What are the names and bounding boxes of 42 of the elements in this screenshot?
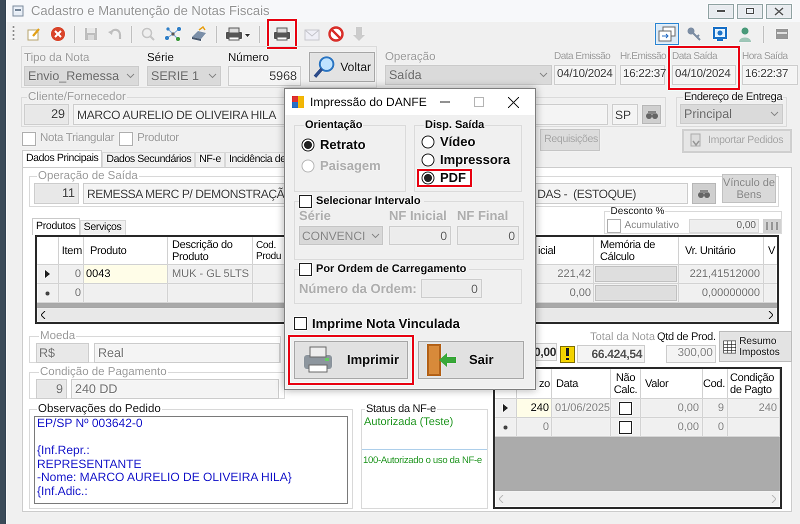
radio-label: Paisagem	[320, 158, 381, 173]
window-title: Cadastro e Manutenção de Notas Fiscais	[31, 2, 270, 20]
field-label: Tipo da Nota	[24, 51, 90, 65]
group-label: Status da NF-e	[366, 403, 436, 415]
radio-label: Vídeo	[440, 135, 476, 149]
radio-label: Retrato	[320, 137, 366, 152]
group-label: Operação de Saída	[38, 170, 138, 182]
table-cell: 0	[703, 418, 728, 437]
group-label: Moeda	[40, 330, 76, 342]
field-label: Data Emissão	[554, 50, 612, 64]
group-label: Condição de Pagamento	[40, 366, 167, 378]
group-label: Cliente/Fornecedor	[28, 91, 126, 103]
radio-label: Impressora	[440, 153, 510, 167]
group-label: Observações do Pedido	[38, 403, 161, 415]
table-cell: 0,00	[641, 418, 703, 437]
field-label: Qtd de Prod.	[656, 331, 716, 343]
field-label: Hora Saída	[742, 50, 789, 64]
checkbox-label: Acumulativo	[624, 219, 679, 233]
checkbox-label: Selecionar Intervalo	[316, 194, 421, 209]
group-label: Disp. Saída	[425, 119, 484, 131]
field-label: Operação	[384, 50, 436, 64]
checkbox-label: Imprime Nota Vinculada	[312, 316, 460, 331]
field-label: Data Saída	[672, 50, 718, 64]
group-label: Desconto %	[610, 206, 664, 217]
group-label: Endereço de Entrega	[684, 91, 782, 103]
field-label: Total da Nota	[590, 331, 655, 343]
field-label: Série	[147, 51, 175, 65]
checkbox-label: Produtor	[137, 131, 179, 146]
total-field: 66.424,54	[577, 345, 646, 363]
field-label: Número	[228, 51, 270, 65]
status-message: 100-Autorizado o uso da NF-e	[362, 455, 483, 467]
checkbox-label: Por Ordem de Carregamento	[316, 262, 466, 277]
field-label: Número da Ordem:	[299, 281, 417, 296]
status-text: Autorizada (Teste)	[363, 416, 454, 429]
radio-label: PDF	[440, 171, 466, 185]
field-label: Hr.Emissão	[620, 50, 665, 64]
group-label: Orientação	[305, 119, 362, 131]
field-label: Série	[299, 209, 332, 223]
checkbox-label: Nota Triangular	[40, 131, 114, 146]
dialog-title: Impressão do DANFE	[310, 94, 427, 111]
field-label: NF Inicial	[389, 209, 448, 223]
field-label: NF Final	[457, 209, 510, 223]
